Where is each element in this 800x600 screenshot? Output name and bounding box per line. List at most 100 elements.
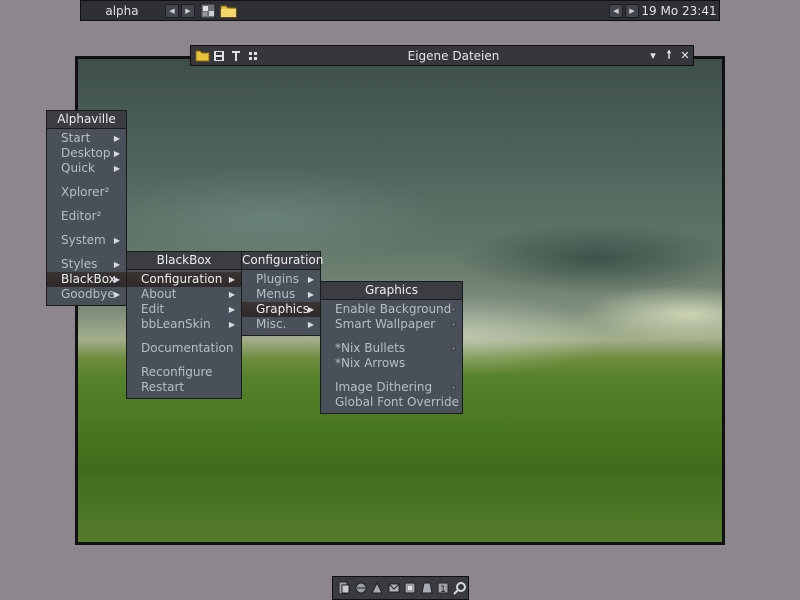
menu-item-label: Menus <box>256 287 296 301</box>
submenu-arrow-icon: ▶ <box>228 275 235 284</box>
menu-item-configuration[interactable]: Configuration ▶ <box>127 272 241 287</box>
menu-item-label: Configuration <box>141 272 223 286</box>
menu-item-label: System <box>61 233 106 247</box>
menu-item-label: About <box>141 287 177 301</box>
menu-item-system[interactable]: System ▶ <box>47 233 126 248</box>
maximize-icon[interactable]: 🠕 <box>661 48 677 64</box>
menu-item-about[interactable]: About ▶ <box>127 287 241 302</box>
grid-icon[interactable] <box>245 48 261 63</box>
submenu-arrow-icon: ▶ <box>307 275 314 284</box>
menu-item-restart[interactable]: Restart <box>127 380 241 395</box>
menu-item-label: Smart Wallpaper <box>335 317 436 331</box>
menu-item-nix-bullets[interactable]: *Nix Bullets <box>321 341 462 356</box>
app-7-icon[interactable]: 1 <box>435 580 451 596</box>
menu-item-label: Editor² <box>61 209 102 223</box>
menu-blackbox: BlackBox Configuration ▶ About ▶ Edit ▶ bbL… <box>126 251 242 399</box>
workspace-name[interactable]: alpha <box>81 4 163 18</box>
menu-item-plugins[interactable]: Plugins ▶ <box>242 272 320 287</box>
submenu-arrow-icon: ▶ <box>228 320 235 329</box>
menu-item-label: Xplorer² <box>61 185 110 199</box>
menu-item-label: *Nix Arrows <box>335 356 406 370</box>
menu-item-label: Goodbye <box>61 287 115 301</box>
menu-item-start[interactable]: Start ▶ <box>47 131 126 146</box>
close-icon[interactable]: ✕ <box>677 48 693 64</box>
menu-item-label: Quick <box>61 161 95 175</box>
window-title: Eigene Dateien <box>407 48 500 63</box>
app-4-icon[interactable] <box>386 580 402 596</box>
submenu-arrow-icon: ▶ <box>113 134 120 143</box>
menu-title: BlackBox <box>127 252 241 270</box>
menu-item-misc[interactable]: Misc. ▶ <box>242 317 320 332</box>
menu-item-label: Reconfigure <box>141 365 213 379</box>
menu-item-nix-arrows[interactable]: *Nix Arrows <box>321 356 462 371</box>
menu-item-editor[interactable]: Editor² <box>47 209 126 224</box>
menu-item-label: Plugins <box>256 272 299 286</box>
menu-item-edit[interactable]: Edit ▶ <box>127 302 241 317</box>
app-1-icon[interactable] <box>336 580 352 596</box>
menu-item-image-dithering[interactable]: Image Dithering <box>321 380 462 395</box>
toolbar: alpha ◀ ▶ ◀ ▶ 19 Mo 23:41 <box>80 0 720 21</box>
app-6-icon[interactable] <box>419 580 435 596</box>
menu-item-label: Image Dithering <box>335 380 433 394</box>
menu-graphics: Graphics Enable Background Smart Wallpap… <box>320 281 463 414</box>
menu-item-label: Graphics <box>256 302 309 316</box>
submenu-arrow-icon: ▶ <box>113 275 120 284</box>
menu-item-graphics[interactable]: Graphics ▶ <box>242 302 320 317</box>
submenu-arrow-icon: ▶ <box>113 260 120 269</box>
app-2-icon[interactable] <box>353 580 369 596</box>
menu-item-global-font-override[interactable]: Global Font Override <box>321 395 462 410</box>
workspace-next-button[interactable]: ▶ <box>181 3 195 18</box>
menu-item-label: Edit <box>141 302 165 316</box>
menu-item-label: Documentation <box>141 341 234 355</box>
submenu-arrow-icon: ▶ <box>113 290 120 299</box>
submenu-arrow-icon: ▶ <box>113 149 120 158</box>
menu-item-menus[interactable]: Menus ▶ <box>242 287 320 302</box>
menu-item-smart-wallpaper[interactable]: Smart Wallpaper <box>321 317 462 332</box>
submenu-arrow-icon: ▶ <box>307 305 314 314</box>
menu-item-label: bbLeanSkin <box>141 317 211 331</box>
menu-item-label: Start <box>61 131 91 145</box>
clock[interactable]: 19 Mo 23:41 <box>639 4 719 18</box>
menu-item-quick[interactable]: Quick ▶ <box>47 161 126 176</box>
menu-item-enable-background[interactable]: Enable Background <box>321 302 462 317</box>
checkbox-icon <box>451 346 456 351</box>
app-3-icon[interactable] <box>369 580 385 596</box>
menu-item-label: Enable Background <box>335 302 452 316</box>
folder-icon[interactable] <box>220 2 237 19</box>
terminal-icon[interactable] <box>199 2 216 19</box>
submenu-arrow-icon: ▶ <box>113 236 120 245</box>
menu-alphaville: Alphaville Start ▶ Desktop ▶ Quick ▶ Xplore… <box>46 110 127 306</box>
menu-configuration: Configuration Plugins ▶ Menus ▶ Graphics ▶ … <box>241 251 323 336</box>
minimize-icon[interactable]: ▾ <box>645 48 661 64</box>
menu-item-label: Styles <box>61 257 98 271</box>
submenu-arrow-icon: ▶ <box>307 290 314 299</box>
menu-item-xplorer[interactable]: Xplorer² <box>47 185 126 200</box>
app-5-icon[interactable] <box>402 580 418 596</box>
folder-open-icon[interactable] <box>194 48 210 63</box>
slit-dock: 1 <box>332 576 469 600</box>
text-icon[interactable] <box>228 48 244 63</box>
menu-title: Alphaville <box>47 111 126 129</box>
workspace-prev-button[interactable]: ◀ <box>165 3 179 18</box>
menu-item-documentation[interactable]: Documentation <box>127 341 241 356</box>
menu-item-bbleanskin[interactable]: bbLeanSkin ▶ <box>127 317 241 332</box>
checkbox-icon <box>451 307 456 312</box>
menu-item-reconfigure[interactable]: Reconfigure <box>127 365 241 380</box>
window-next-button[interactable]: ▶ <box>625 3 639 18</box>
menu-item-blackbox[interactable]: BlackBox ▶ <box>47 272 126 287</box>
menu-item-label: Misc. <box>256 317 287 331</box>
menu-item-goodbye[interactable]: Goodbye ▶ <box>47 287 126 302</box>
search-icon[interactable] <box>452 580 468 596</box>
menu-item-label: Restart <box>141 380 185 394</box>
submenu-arrow-icon: ▶ <box>307 320 314 329</box>
checkbox-icon <box>451 322 456 327</box>
explorer-titlebar[interactable]: Eigene Dateien ▾ 🠕 ✕ <box>190 45 694 66</box>
menu-item-label: *Nix Bullets <box>335 341 406 355</box>
save-icon[interactable] <box>211 48 227 63</box>
menu-item-styles[interactable]: Styles ▶ <box>47 257 126 272</box>
menu-item-label: Global Font Override <box>335 395 459 409</box>
menu-item-desktop[interactable]: Desktop ▶ <box>47 146 126 161</box>
menu-title: Configuration <box>242 252 323 270</box>
checkbox-icon <box>451 385 456 390</box>
window-prev-button[interactable]: ◀ <box>609 3 623 18</box>
